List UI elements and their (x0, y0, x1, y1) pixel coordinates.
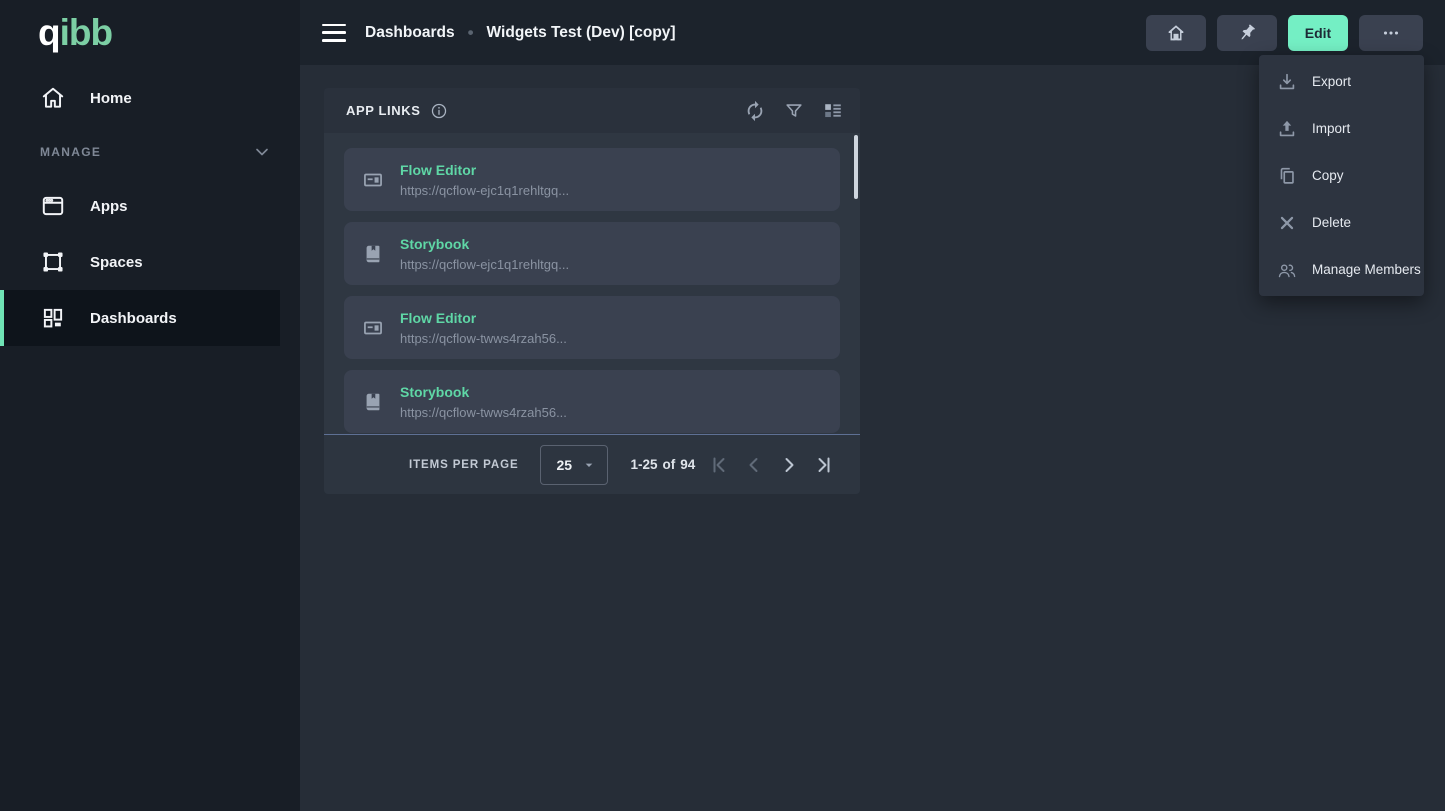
app-link-url: https://qcflow-ejc1q1rehltgq... (400, 183, 569, 198)
people-icon (1276, 259, 1298, 281)
qibb-logo[interactable]: qibb (0, 0, 300, 65)
list-item-text: Flow Editor https://qcflow-ejc1q1rehltgq… (400, 162, 569, 198)
sidebar-item-spaces[interactable]: Spaces (0, 234, 280, 290)
chevron-right-icon (777, 453, 801, 477)
list-item-storybook-1[interactable]: Storybook https://qcflow-ejc1q1rehltgq..… (344, 222, 840, 285)
app-links-card: APP LINKS (324, 88, 860, 494)
edit-button[interactable]: Edit (1288, 15, 1348, 51)
breadcrumb-root[interactable]: Dashboards (365, 24, 455, 42)
list-item-text: Storybook https://qcflow-twws4rzah56... (400, 384, 567, 420)
menu-item-label: Export (1312, 74, 1351, 89)
menu-item-delete[interactable]: Delete (1259, 199, 1424, 246)
last-page-button[interactable] (812, 453, 836, 477)
pagination-bar: ITEMS PER PAGE 25 1-25 of 94 (324, 434, 860, 494)
copy-icon (1276, 165, 1298, 187)
logo-text-q: q (38, 12, 60, 54)
app-link-title: Flow Editor (400, 162, 569, 178)
breadcrumb-separator: • (468, 23, 474, 43)
first-page-icon (707, 453, 731, 477)
menu-item-label: Import (1312, 121, 1350, 136)
flow-editor-icon (362, 169, 384, 191)
dashboards-icon (40, 305, 66, 331)
sidebar-section-manage[interactable]: MANAGE (0, 126, 300, 178)
sidebar-item-dashboards[interactable]: Dashboards (0, 290, 280, 346)
logo-text-ibb: ibb (60, 12, 112, 54)
last-page-icon (812, 453, 836, 477)
spaces-icon (40, 249, 66, 275)
upload-icon (1276, 118, 1298, 140)
chevron-down-icon (252, 142, 272, 162)
storybook-icon (362, 391, 384, 413)
sidebar-item-label: Spaces (90, 254, 143, 271)
dropdown-arrow-icon (581, 457, 597, 473)
section-label: MANAGE (40, 145, 101, 159)
list-item-text: Flow Editor https://qcflow-twws4rzah56..… (400, 310, 567, 346)
list-item-text: Storybook https://qcflow-ejc1q1rehltgq..… (400, 236, 569, 272)
card-header-actions (744, 100, 844, 122)
pin-icon (1236, 22, 1258, 44)
app-links-list: Flow Editor https://qcflow-ejc1q1rehltgq… (324, 133, 860, 434)
page-title: Widgets Test (Dev) [copy] (487, 24, 676, 42)
app-links-header: APP LINKS (324, 88, 860, 133)
list-item-flow-editor-1[interactable]: Flow Editor https://qcflow-ejc1q1rehltgq… (344, 148, 840, 211)
home-icon (1165, 22, 1187, 44)
storybook-icon (362, 243, 384, 265)
breadcrumb: Dashboards • Widgets Test (Dev) [copy] (365, 23, 676, 43)
sidebar-nav: Home MANAGE Apps (0, 70, 300, 346)
close-icon (1276, 212, 1298, 234)
home-button[interactable] (1146, 15, 1206, 51)
sidebar-item-label: Apps (90, 198, 128, 215)
flow-editor-icon (362, 317, 384, 339)
menu-item-import[interactable]: Import (1259, 105, 1424, 152)
page-size-select[interactable]: 25 (540, 445, 608, 485)
sidebar: qibb Home MANAGE Apps (0, 0, 300, 811)
sidebar-item-home[interactable]: Home (0, 70, 280, 126)
range-total: 94 (680, 457, 695, 472)
sidebar-item-label: Dashboards (90, 310, 177, 327)
sidebar-item-label: Home (90, 90, 132, 107)
view-list-icon[interactable] (822, 100, 844, 122)
pager-controls (707, 453, 836, 477)
sidebar-item-apps[interactable]: Apps (0, 178, 280, 234)
app-link-url: https://qcflow-twws4rzah56... (400, 405, 567, 420)
app-link-title: Storybook (400, 236, 569, 252)
ellipsis-icon (1380, 22, 1402, 44)
prev-page-button[interactable] (742, 453, 766, 477)
list-item-flow-editor-2[interactable]: Flow Editor https://qcflow-twws4rzah56..… (344, 296, 840, 359)
app-link-title: Storybook (400, 384, 567, 400)
apps-icon (40, 193, 66, 219)
menu-item-label: Copy (1312, 168, 1344, 183)
chevron-left-icon (742, 453, 766, 477)
topbar-actions: Edit (1146, 15, 1423, 51)
range-of-label: of (663, 457, 676, 472)
edit-button-label: Edit (1305, 25, 1331, 41)
refresh-icon[interactable] (744, 100, 766, 122)
context-menu: Export Import Copy Delete (1259, 55, 1424, 296)
app-link-url: https://qcflow-twws4rzah56... (400, 331, 567, 346)
next-page-button[interactable] (777, 453, 801, 477)
first-page-button[interactable] (707, 453, 731, 477)
pagination-range: 1-25 of 94 (631, 457, 696, 472)
menu-item-label: Delete (1312, 215, 1351, 230)
items-per-page-label: ITEMS PER PAGE (409, 459, 519, 471)
pin-button[interactable] (1217, 15, 1277, 51)
menu-item-manage-members[interactable]: Manage Members (1259, 246, 1424, 293)
menu-item-label: Manage Members (1312, 262, 1421, 277)
list-item-storybook-2[interactable]: Storybook https://qcflow-twws4rzah56... (344, 370, 840, 433)
page-size-value: 25 (557, 457, 573, 473)
app-link-title: Flow Editor (400, 310, 567, 326)
home-icon (40, 85, 66, 111)
list-scrollbar[interactable] (854, 135, 858, 199)
card-title: APP LINKS (346, 103, 421, 118)
app-link-url: https://qcflow-ejc1q1rehltgq... (400, 257, 569, 272)
filter-icon[interactable] (783, 100, 805, 122)
download-icon (1276, 71, 1298, 93)
info-icon[interactable] (430, 102, 448, 120)
range-text: 1-25 (631, 457, 658, 472)
hamburger-menu-icon[interactable] (322, 24, 346, 42)
menu-item-copy[interactable]: Copy (1259, 152, 1424, 199)
more-options-button[interactable] (1359, 15, 1423, 51)
menu-item-export[interactable]: Export (1259, 58, 1424, 105)
